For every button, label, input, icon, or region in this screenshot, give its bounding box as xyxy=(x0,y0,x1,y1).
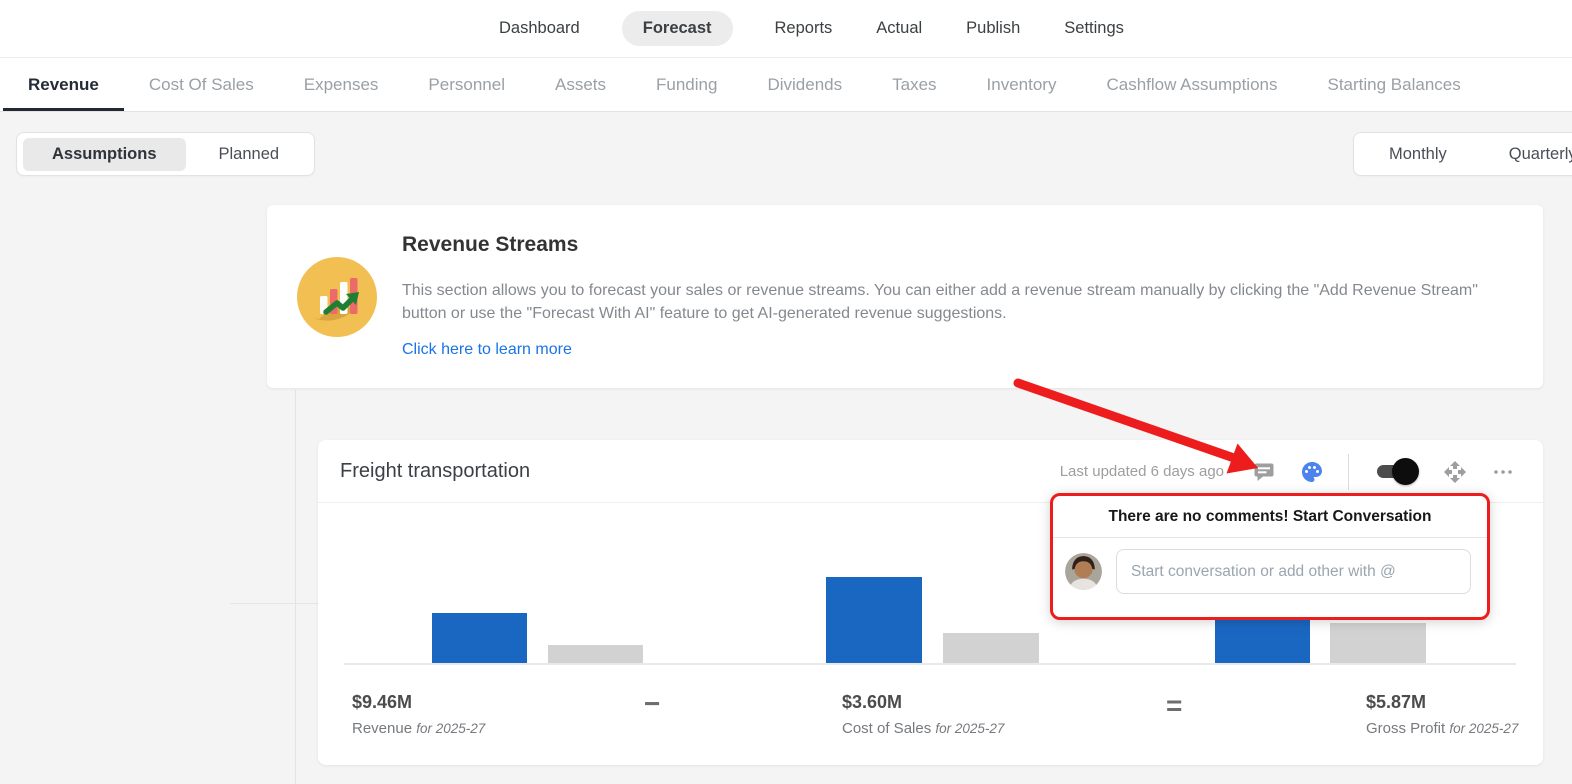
tab-dividends[interactable]: Dividends xyxy=(742,58,867,111)
top-navigation: Dashboard Forecast Reports Actual Publis… xyxy=(0,0,1572,58)
more-icon[interactable] xyxy=(1491,460,1515,484)
stream-card-title: Freight transportation xyxy=(340,460,531,482)
comment-popup-title: There are no comments! Start Conversatio… xyxy=(1053,496,1487,538)
bar-gross-profit-gray[interactable] xyxy=(1330,623,1426,664)
top-nav-items: Dashboard Forecast Reports Actual Publis… xyxy=(497,0,1126,57)
nav-publish[interactable]: Publish xyxy=(964,11,1022,46)
metric-gross-profit: $5.87M Gross Profit for 2025-27 xyxy=(1366,692,1518,737)
forecast-tab-bar: Revenue Cost Of Sales Expenses Personnel… xyxy=(0,58,1572,112)
nav-reports[interactable]: Reports xyxy=(773,11,835,46)
toggle-planned[interactable]: Planned xyxy=(190,138,309,171)
tab-inventory[interactable]: Inventory xyxy=(962,58,1082,111)
learn-more-link[interactable]: Click here to learn more xyxy=(402,341,572,359)
comment-popup: There are no comments! Start Conversatio… xyxy=(1050,493,1490,620)
user-avatar xyxy=(1065,553,1102,590)
tab-assets[interactable]: Assets xyxy=(530,58,631,111)
toggle-assumptions[interactable]: Assumptions xyxy=(23,137,186,171)
metric-gross-profit-label: Gross Profit for 2025-27 xyxy=(1366,720,1518,737)
metric-gross-profit-value: $5.87M xyxy=(1366,692,1427,712)
visibility-toggle-knob[interactable] xyxy=(1392,458,1419,485)
tab-expenses[interactable]: Expenses xyxy=(279,58,404,111)
revenue-streams-icon xyxy=(297,257,377,337)
bar-revenue-gray[interactable] xyxy=(548,645,643,664)
toolbar-divider xyxy=(1348,453,1349,490)
metric-revenue: $9.46M Revenue for 2025-27 xyxy=(352,692,485,737)
metric-cost-of-sales-period: for 2025-27 xyxy=(935,721,1005,736)
info-card-description: This section allows you to forecast your… xyxy=(402,282,1478,322)
comment-icon[interactable] xyxy=(1252,460,1276,484)
metric-cost-of-sales: $3.60M Cost of Sales for 2025-27 xyxy=(842,692,1004,737)
revenue-streams-info-card: Revenue Streams This section allows you … xyxy=(267,205,1543,388)
comment-popup-input-row xyxy=(1053,538,1487,594)
tab-funding[interactable]: Funding xyxy=(631,58,742,111)
bar-cost-of-sales-blue[interactable] xyxy=(826,577,922,664)
metric-gross-profit-name: Gross Profit xyxy=(1366,720,1446,737)
metric-cost-of-sales-name: Cost of Sales xyxy=(842,720,932,737)
equals-operator: = xyxy=(1166,690,1183,721)
metric-gross-profit-period: for 2025-27 xyxy=(1449,721,1519,736)
background-grid-line-vertical xyxy=(295,390,296,784)
tab-taxes[interactable]: Taxes xyxy=(867,58,961,111)
metric-cost-of-sales-label: Cost of Sales for 2025-27 xyxy=(842,720,1004,737)
toggle-monthly[interactable]: Monthly xyxy=(1360,138,1476,171)
background-grid-line-horizontal xyxy=(230,603,318,604)
tab-cashflow-assumptions[interactable]: Cashflow Assumptions xyxy=(1081,58,1302,111)
info-card-title: Revenue Streams xyxy=(402,233,579,256)
bar-revenue-blue[interactable] xyxy=(432,613,527,664)
nav-dashboard[interactable]: Dashboard xyxy=(497,11,582,46)
monthly-quarterly-toggle: Monthly Quarterly xyxy=(1353,132,1572,176)
chart-baseline xyxy=(344,663,1516,665)
nav-actual[interactable]: Actual xyxy=(874,11,924,46)
visibility-toggle[interactable] xyxy=(1377,458,1419,485)
last-updated-text: Last updated 6 days ago xyxy=(1059,463,1224,480)
tab-cost-of-sales[interactable]: Cost Of Sales xyxy=(124,58,279,111)
toggle-quarterly[interactable]: Quarterly xyxy=(1480,138,1572,171)
nav-settings[interactable]: Settings xyxy=(1062,11,1126,46)
metric-revenue-name: Revenue xyxy=(352,720,413,737)
minus-operator: − xyxy=(644,688,661,719)
tab-personnel[interactable]: Personnel xyxy=(403,58,530,111)
metric-revenue-value: $9.46M xyxy=(352,692,413,712)
move-icon[interactable] xyxy=(1443,460,1467,484)
bar-gross-profit-blue[interactable] xyxy=(1215,617,1310,664)
tab-revenue[interactable]: Revenue xyxy=(3,58,124,111)
assumptions-planned-toggle: Assumptions Planned xyxy=(16,132,316,176)
metric-revenue-label: Revenue for 2025-27 xyxy=(352,720,485,737)
bar-cost-of-sales-gray[interactable] xyxy=(943,633,1039,664)
nav-forecast[interactable]: Forecast xyxy=(621,11,733,46)
palette-icon[interactable] xyxy=(1300,460,1324,484)
tab-starting-balances[interactable]: Starting Balances xyxy=(1303,58,1486,111)
comment-input[interactable] xyxy=(1116,549,1471,594)
metric-cost-of-sales-value: $3.60M xyxy=(842,692,903,712)
metric-revenue-period: for 2025-27 xyxy=(416,721,486,736)
